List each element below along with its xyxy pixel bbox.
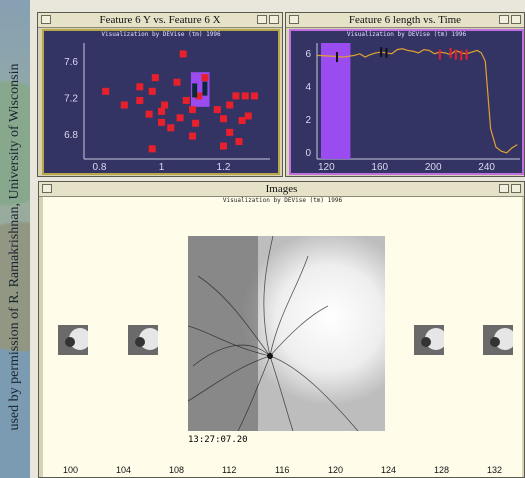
scatter-point bbox=[220, 142, 227, 150]
scatter-point bbox=[148, 145, 156, 153]
scatter-point bbox=[179, 50, 187, 58]
maximize-button[interactable] bbox=[511, 184, 521, 193]
selected-point bbox=[202, 81, 208, 96]
credit-strip: used by permission of R. Ramakrishnan, U… bbox=[0, 0, 30, 478]
scatter-point bbox=[232, 92, 240, 100]
scatter-point bbox=[189, 132, 196, 140]
x-tick-label: 160 bbox=[371, 162, 388, 173]
thumbnail-image[interactable] bbox=[414, 325, 444, 355]
selected-mark bbox=[380, 47, 383, 58]
images-window[interactable]: Images Visualization by DEVise (tm) 1996 bbox=[38, 181, 525, 478]
maximize-button[interactable] bbox=[511, 15, 521, 24]
scatter-point bbox=[238, 117, 246, 125]
scatter-point bbox=[136, 83, 144, 91]
scatter-point bbox=[148, 87, 156, 95]
scatter-point bbox=[213, 106, 221, 114]
images-caption: Visualization by DEVise (tm) 1996 bbox=[222, 197, 343, 204]
scatter-plot-panel[interactable]: Visualization by DEVise (tm) 1996 0.8 1 1.… bbox=[42, 29, 280, 175]
highlight-mark bbox=[465, 49, 468, 60]
scatter-point bbox=[102, 87, 110, 95]
scatter-point bbox=[244, 112, 252, 120]
axis-tick: 132 bbox=[487, 465, 503, 475]
image-viewer-pane[interactable]: Visualization by DEVise (tm) 1996 13:27:… bbox=[43, 197, 522, 477]
scatter-point bbox=[136, 96, 144, 104]
scatter-point bbox=[151, 74, 159, 82]
x-tick-label: 200 bbox=[425, 162, 442, 173]
scatter-point bbox=[176, 114, 184, 122]
highlight-mark bbox=[454, 49, 457, 60]
axis-tick: 112 bbox=[222, 465, 237, 475]
images-window-title: Images bbox=[265, 183, 298, 195]
y-tick-label: 6.8 bbox=[64, 130, 78, 141]
highlight-mark bbox=[438, 49, 441, 60]
x-tick-label: 1.2 bbox=[217, 162, 231, 173]
scatter-point bbox=[201, 74, 209, 82]
x-tick-label: 240 bbox=[478, 162, 495, 173]
selected-mark bbox=[336, 52, 339, 63]
axis-tick: 116 bbox=[275, 465, 290, 475]
images-titlebar[interactable]: Images bbox=[39, 182, 524, 197]
y-tick-label: 2 bbox=[305, 115, 311, 126]
y-tick-label: 4 bbox=[305, 82, 311, 93]
maximize-button[interactable] bbox=[269, 15, 279, 24]
x-tick-label: 120 bbox=[318, 162, 335, 173]
selected-point bbox=[192, 83, 198, 98]
axis-tick: 124 bbox=[381, 465, 397, 475]
axis-tick: 120 bbox=[328, 465, 344, 475]
line-plot-panel[interactable]: Visualization by DEVise (tm) 1996 120 160… bbox=[289, 29, 524, 175]
line-titlebar[interactable]: Feature 6 length vs. Time bbox=[286, 13, 524, 28]
scatter-window[interactable]: Feature 6 Y vs. Feature 6 X Visualizatio… bbox=[37, 12, 283, 177]
line-chart[interactable]: 120 160 200 240 0 2 4 6 bbox=[291, 31, 522, 173]
thumbnail-image[interactable] bbox=[58, 325, 88, 355]
minimize-button[interactable] bbox=[257, 15, 267, 24]
scatter-point bbox=[173, 78, 181, 86]
x-tick-label: 1 bbox=[159, 162, 165, 173]
scatter-point bbox=[158, 118, 165, 126]
scatter-point bbox=[241, 92, 249, 100]
scatter-titlebar[interactable]: Feature 6 Y vs. Feature 6 X bbox=[38, 13, 282, 28]
scatter-chart[interactable]: 0.8 1 1.2 6.8 7.2 7.6 bbox=[44, 31, 278, 173]
scatter-point bbox=[235, 137, 243, 145]
scatter-window-title: Feature 6 Y vs. Feature 6 X bbox=[99, 14, 221, 26]
axis-tick: 100 bbox=[63, 465, 79, 475]
scatter-point bbox=[226, 128, 234, 136]
y-tick-label: 6 bbox=[305, 49, 311, 60]
thumbnail-image[interactable] bbox=[128, 325, 158, 355]
x-tick-label: 0.8 bbox=[93, 162, 107, 173]
scatter-point bbox=[182, 96, 190, 104]
scatter-point bbox=[167, 124, 175, 132]
minimize-button[interactable] bbox=[499, 15, 509, 24]
y-tick-label: 0 bbox=[305, 148, 311, 159]
scatter-point bbox=[220, 115, 227, 123]
selected-mark bbox=[385, 47, 388, 58]
scatter-point bbox=[189, 106, 196, 114]
highlight-mark bbox=[449, 47, 452, 58]
scatter-point bbox=[145, 110, 153, 118]
scatter-point bbox=[120, 101, 128, 109]
highlight-region bbox=[321, 43, 351, 159]
minimize-button[interactable] bbox=[499, 184, 509, 193]
scatter-point bbox=[251, 92, 258, 100]
y-tick-label: 7.2 bbox=[64, 94, 78, 105]
thumbnail-image[interactable] bbox=[483, 325, 513, 355]
axis-tick: 128 bbox=[434, 465, 450, 475]
y-tick-label: 7.6 bbox=[64, 57, 78, 68]
image-timestamp: 13:27:07.20 bbox=[188, 435, 248, 445]
scatter-point bbox=[161, 101, 169, 109]
credit-text: used by permission of R. Ramakrishnan, U… bbox=[7, 63, 22, 431]
scatter-point bbox=[158, 107, 165, 115]
retina-image[interactable] bbox=[188, 236, 385, 431]
line-window[interactable]: Feature 6 length vs. Time Visualization … bbox=[285, 12, 525, 177]
scatter-point bbox=[192, 119, 200, 127]
axis-tick: 108 bbox=[169, 465, 185, 475]
scatter-point bbox=[226, 101, 234, 109]
highlight-mark bbox=[460, 50, 463, 61]
axis-tick: 104 bbox=[116, 465, 132, 475]
line-window-title: Feature 6 length vs. Time bbox=[348, 14, 462, 26]
